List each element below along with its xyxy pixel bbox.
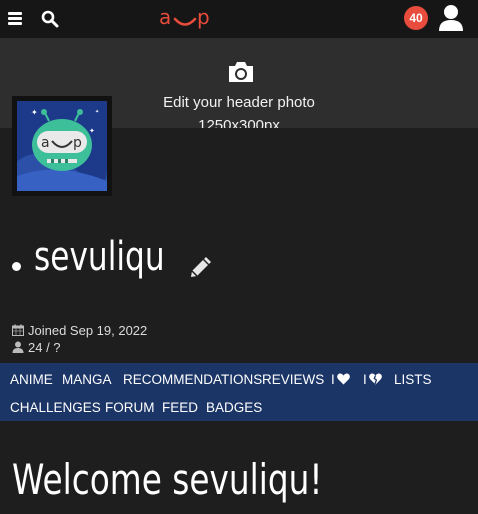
user-icon[interactable] (438, 4, 464, 32)
svg-text:✦: ✦ (89, 127, 95, 135)
nav-lists[interactable]: LISTS (394, 372, 432, 387)
camera-icon (229, 62, 253, 82)
svg-text:a: a (41, 135, 50, 151)
site-logo[interactable]: a p (158, 5, 214, 31)
nav-badges[interactable]: BADGES (206, 400, 262, 415)
svg-text:a: a (159, 5, 171, 29)
nav-anime[interactable]: ANIME (10, 372, 53, 387)
nav-loved-label: I (331, 372, 335, 387)
username-heading: sevuliqu (34, 234, 165, 280)
profile-nav: ANIME MANGA RECOMMENDATIONS REVIEWS I I … (0, 363, 478, 421)
nav-reviews[interactable]: REVIEWS (262, 372, 324, 387)
svg-text:✦: ✦ (31, 108, 38, 117)
heart-icon (336, 373, 350, 385)
avatar-robot-image: ✦ ✦ ✦ a p (17, 101, 107, 191)
person-icon (12, 341, 24, 353)
nav-forum[interactable]: FORUM (105, 400, 155, 415)
nav-broken-heart[interactable]: I (363, 372, 382, 387)
hamburger-menu-icon[interactable] (8, 12, 22, 25)
welcome-heading: Welcome sevuliqu! (12, 455, 323, 504)
nav-manga[interactable]: MANGA (62, 372, 112, 387)
avatar[interactable]: ✦ ✦ ✦ a p (12, 96, 112, 196)
joined-date: Joined Sep 19, 2022 (12, 323, 147, 338)
nav-challenges[interactable]: CHALLENGES (10, 400, 101, 415)
top-bar: a p 40 (0, 0, 478, 38)
svg-text:p: p (197, 5, 210, 29)
notifications-badge[interactable]: 40 (404, 6, 428, 30)
svg-text:p: p (73, 135, 82, 151)
nav-feed[interactable]: FEED (162, 400, 198, 415)
age-gender-text: 24 / ? (28, 340, 61, 355)
nav-loved[interactable]: I (331, 372, 350, 387)
nav-recommendations[interactable]: RECOMMENDATIONS (123, 372, 262, 387)
joined-text: Joined Sep 19, 2022 (28, 323, 148, 338)
nav-broken-heart-label: I (363, 372, 367, 387)
calendar-icon (12, 324, 24, 336)
pencil-icon[interactable] (188, 256, 212, 280)
age-gender: 24 / ? (12, 340, 61, 355)
broken-heart-icon (368, 373, 382, 385)
svg-text:✦: ✦ (95, 109, 99, 115)
list-bullet (12, 262, 21, 271)
search-icon[interactable] (41, 10, 59, 28)
